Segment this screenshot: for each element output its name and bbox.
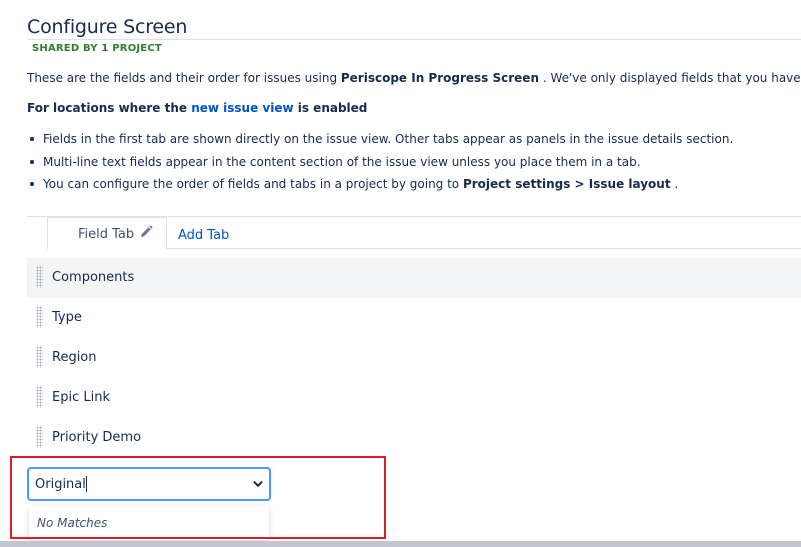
info-bullet-1-text: Fields in the first tab are shown direct… [43,132,734,146]
new-issue-view-link[interactable]: new issue view [191,101,293,115]
field-row-components[interactable]: Components [27,258,801,298]
info-bullet-1: Fields in the first tab are shown direct… [27,131,733,154]
page-title: Configure Screen [27,16,188,38]
field-name: Priority Demo [52,430,142,445]
tab-field-tab[interactable]: Field Tab [47,217,167,249]
add-field-input[interactable] [35,475,235,493]
drag-handle-icon[interactable] [36,386,43,408]
field-row-priority-demo[interactable]: Priority Demo [27,418,801,458]
screen-name: Periscope In Progress Screen [340,71,539,85]
shared-badge[interactable]: SHARED BY 1 PROJECT [32,43,162,54]
info-bullet-3-suffix: . [670,177,679,191]
drag-handle-icon[interactable] [36,346,43,368]
field-name: Type [52,310,82,325]
path-separator: > [570,177,589,191]
pencil-icon[interactable] [139,225,153,239]
locations-prefix: For locations where the [27,101,192,115]
field-name: Epic Link [52,390,110,405]
field-row-region[interactable]: Region [27,338,801,378]
info-bullet-list: Fields in the first tab are shown direct… [27,131,733,199]
drag-handle-icon[interactable] [36,266,43,288]
drag-handle-icon[interactable] [36,306,43,328]
configure-screen-page: Configure Screen SHARED BY 1 PROJECT The… [0,0,801,547]
field-dropdown-menu: No Matches [29,506,269,540]
horizontal-scrollbar[interactable] [0,541,801,547]
no-matches-message: No Matches [37,516,108,530]
screen-description: These are the fields and their order for… [27,71,801,85]
description-prefix: These are the fields and their order for… [27,71,341,85]
project-settings-text: Project settings [462,177,571,191]
info-bullet-2-text: Multi-line text fields appear in the con… [43,154,641,169]
text-cursor [86,476,87,492]
add-field-select[interactable] [27,467,271,501]
tab-field-tab-label: Field Tab [78,227,135,242]
issue-layout-text: Issue layout [588,177,671,191]
field-row-type[interactable]: Type [27,298,801,338]
tabs-bottom-divider [167,248,801,249]
drag-handle-icon[interactable] [36,426,43,448]
title-divider [27,39,801,40]
field-name: Components [52,270,135,285]
field-row-epic-link[interactable]: Epic Link [27,378,801,418]
info-bullet-3: You can configure the order of fields an… [27,176,733,199]
description-suffix: . We've only displayed fields that you h… [542,71,801,85]
field-name: Region [52,350,97,365]
add-tab-link[interactable]: Add Tab [178,228,229,243]
chevron-down-icon[interactable] [252,478,264,490]
info-bullet-3-prefix: You can configure the order of fields an… [43,177,463,191]
info-bullet-2: Multi-line text fields appear in the con… [27,154,733,177]
locations-suffix: is enabled [293,101,368,115]
locations-heading: For locations where the new issue view i… [27,101,367,115]
